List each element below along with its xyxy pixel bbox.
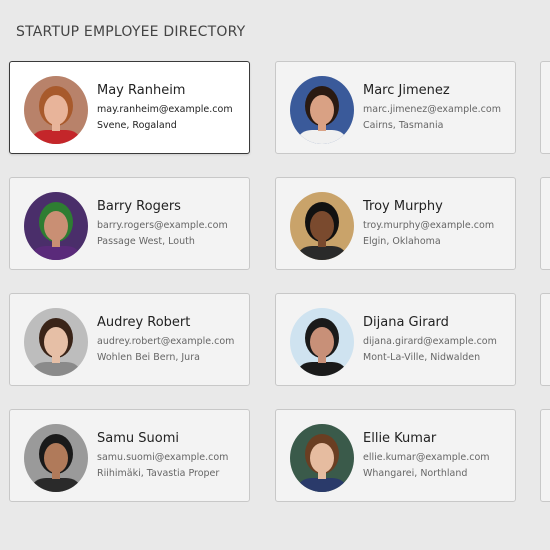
employee-name: Samu Suomi: [97, 431, 179, 446]
employee-location: Cairns, Tasmania: [363, 120, 444, 131]
employee-card-partial[interactable]: [540, 409, 550, 502]
directory-page: STARTUP EMPLOYEE DIRECTORY May Ranheim m…: [0, 0, 550, 550]
employee-card[interactable]: Samu Suomi samu.suomi@example.com Riihim…: [9, 409, 250, 502]
employee-avatar: [290, 308, 354, 376]
employee-location: Riihimäki, Tavastia Proper: [97, 468, 220, 479]
employee-avatar: [290, 76, 354, 144]
employee-email: samu.suomi@example.com: [97, 452, 229, 463]
employee-card[interactable]: Dijana Girard dijana.girard@example.com …: [275, 293, 516, 386]
employee-card[interactable]: Barry Rogers barry.rogers@example.com Pa…: [9, 177, 250, 270]
employee-name: Barry Rogers: [97, 199, 181, 214]
employee-card[interactable]: Troy Murphy troy.murphy@example.com Elgi…: [275, 177, 516, 270]
employee-location: Svene, Rogaland: [97, 120, 177, 131]
employee-email: may.ranheim@example.com: [97, 104, 233, 115]
employee-email: troy.murphy@example.com: [363, 220, 495, 231]
employee-avatar: [290, 192, 354, 260]
employee-name: Audrey Robert: [97, 315, 191, 330]
employee-card[interactable]: Ellie Kumar ellie.kumar@example.com Whan…: [275, 409, 516, 502]
employee-name: May Ranheim: [97, 83, 186, 98]
employee-location: Elgin, Oklahoma: [363, 236, 441, 247]
employee-avatar: [290, 424, 354, 492]
employee-email: barry.rogers@example.com: [97, 220, 228, 231]
page-title: STARTUP EMPLOYEE DIRECTORY: [16, 24, 246, 40]
employee-location: Wohlen Bei Bern, Jura: [97, 352, 200, 363]
employee-location: Mont-La-Ville, Nidwalden: [363, 352, 481, 363]
employee-email: marc.jimenez@example.com: [363, 104, 501, 115]
employee-name: Dijana Girard: [363, 315, 449, 330]
employee-email: dijana.girard@example.com: [363, 336, 497, 347]
employee-email: ellie.kumar@example.com: [363, 452, 490, 463]
employee-avatar: [24, 76, 88, 144]
employee-avatar: [24, 308, 88, 376]
employee-name: Ellie Kumar: [363, 431, 437, 446]
employee-avatar: [24, 192, 88, 260]
employee-card-partial[interactable]: [540, 177, 550, 270]
employee-card[interactable]: Audrey Robert audrey.robert@example.com …: [9, 293, 250, 386]
employee-name: Troy Murphy: [363, 199, 443, 214]
employee-location: Whangarei, Northland: [363, 468, 468, 479]
employee-card-partial[interactable]: [540, 61, 550, 154]
employee-name: Marc Jimenez: [363, 83, 450, 98]
employee-location: Passage West, Louth: [97, 236, 195, 247]
employee-card[interactable]: Marc Jimenez marc.jimenez@example.com Ca…: [275, 61, 516, 154]
employee-email: audrey.robert@example.com: [97, 336, 235, 347]
employee-card-partial[interactable]: [540, 293, 550, 386]
employee-card[interactable]: May Ranheim may.ranheim@example.com Sven…: [9, 61, 250, 154]
employee-avatar: [24, 424, 88, 492]
